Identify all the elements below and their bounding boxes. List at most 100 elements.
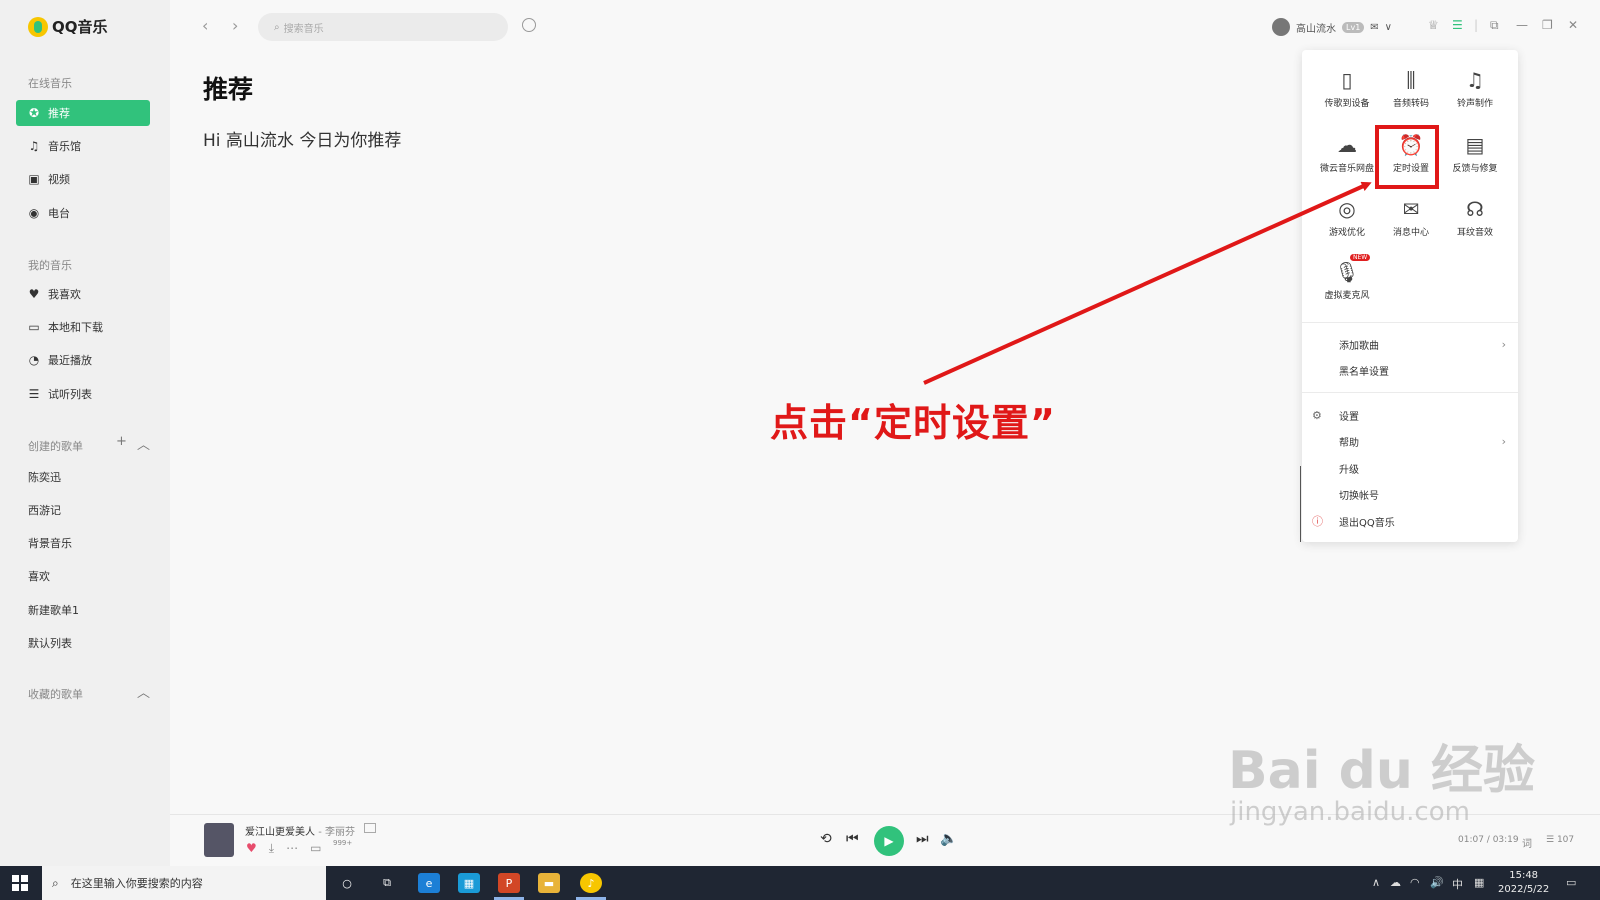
menu-item-add-song[interactable]: 添加歌曲 › <box>1302 333 1518 355</box>
page-title: 推荐 <box>203 75 254 104</box>
keyboard-icon[interactable]: ▦ <box>1474 876 1484 889</box>
menu-item-virtual-mic[interactable]: 🎙 NEW 虚拟麦克风 <box>1312 254 1382 301</box>
ime-indicator[interactable]: 中 <box>1452 876 1463 892</box>
section-collected-playlists: 收藏的歌单 <box>28 688 83 701</box>
sidebar-item-local-download[interactable]: ▭ 本地和下载 <box>16 314 150 340</box>
main-menu-popup: ▯ 传歌到设备 ⫼ 音频转码 ♫ 铃声制作 ☁ 微云音乐网盘 ⏰ 定时设置 ▤ … <box>1302 50 1518 542</box>
bell-icon: ♫ <box>1466 68 1484 92</box>
wifi-icon[interactable]: ◠ <box>1410 876 1420 889</box>
like-heart-icon[interactable]: ♥ <box>246 841 257 856</box>
voice-search-icon[interactable] <box>522 18 536 32</box>
notification-icon[interactable]: ▭ <box>1566 876 1576 889</box>
annotation-text: 点击“定时设置” <box>770 401 1056 445</box>
minimize-icon[interactable]: — <box>1516 18 1528 32</box>
menu-item-switch-account[interactable]: 切换帐号 <box>1302 483 1518 505</box>
menu-item-feedback[interactable]: ▤ 反馈与修复 <box>1440 131 1510 174</box>
task-view-icon[interactable]: ⧉ <box>376 873 398 893</box>
popup-edge <box>1300 466 1301 542</box>
section-online-music: 在线音乐 <box>28 77 72 90</box>
menu-item-game-optimize[interactable]: ◎ 游戏优化 <box>1312 195 1382 238</box>
greeting-text: Hi 高山流水 今日为你推荐 <box>203 131 402 151</box>
menu-item-help[interactable]: 帮助 › <box>1302 430 1518 452</box>
collapse-created-icon[interactable]: ︿ <box>137 434 150 453</box>
app-name: QQ音乐 <box>52 18 108 36</box>
now-playing[interactable]: 爱江山更爱美人 - 李丽芬 <box>245 823 355 838</box>
sidebar-item-video[interactable]: ▣ 视频 <box>16 166 150 192</box>
menu-item-audio-transcode[interactable]: ⫼ 音频转码 <box>1376 66 1446 109</box>
cortana-icon[interactable]: ○ <box>336 873 358 893</box>
skin-icon[interactable]: ♕ <box>1428 18 1439 32</box>
playlist-item[interactable]: 喜欢 <box>28 568 50 584</box>
search-input[interactable]: ⌕ 搜索音乐 <box>258 13 508 41</box>
menu-item-blacklist[interactable]: 黑名单设置 <box>1302 359 1518 381</box>
edge-browser-icon[interactable]: e <box>418 873 440 893</box>
menu-item-settings[interactable]: ⚙ 设置 <box>1302 404 1518 426</box>
user-info[interactable]: 高山流水 Lv1 ✉ ∨ <box>1272 18 1392 36</box>
vip-icon: ✉ <box>1370 21 1379 33</box>
star-icon: ✪ <box>28 106 40 120</box>
taskbar-search-input[interactable]: ⌕ 在这里输入你要搜索的内容 <box>42 866 326 900</box>
tray-expand-icon[interactable]: ∧ <box>1372 876 1380 889</box>
menu-item-ringtone[interactable]: ♫ 铃声制作 <box>1440 66 1510 109</box>
store-icon[interactable]: ▦ <box>458 873 480 893</box>
video-icon: ▣ <box>28 172 40 186</box>
collapse-collected-icon[interactable]: ︿ <box>137 682 150 701</box>
feedback-icon: ▤ <box>1465 133 1485 157</box>
back-arrow-icon[interactable]: ‹ <box>202 16 208 35</box>
play-button[interactable]: ▶ <box>874 826 904 856</box>
system-clock[interactable]: 15:48 2022/5/22 <box>1498 869 1549 897</box>
windows-start-icon[interactable] <box>12 875 28 891</box>
avatar[interactable] <box>1272 18 1290 36</box>
album-cover[interactable] <box>204 823 234 857</box>
app-logo[interactable]: QQ音乐 <box>28 16 108 37</box>
chevron-down-icon[interactable]: ∨ <box>1385 22 1392 33</box>
qq-music-taskbar-icon[interactable]: ♪ <box>580 873 602 893</box>
speaker-icon[interactable]: 🔊 <box>1430 876 1444 889</box>
comment-count: 999+ <box>333 839 353 847</box>
volume-icon[interactable]: 🔈 <box>940 831 957 847</box>
sidebar-item-radio[interactable]: ◉ 电台 <box>16 200 150 226</box>
menu-item-cloud-disk[interactable]: ☁ 微云音乐网盘 <box>1312 131 1382 174</box>
forward-arrow-icon[interactable]: › <box>232 16 238 35</box>
download-icon[interactable]: ⤓ <box>269 841 274 856</box>
playlist-item[interactable]: 默认列表 <box>28 635 72 651</box>
menu-item-transfer-device[interactable]: ▯ 传歌到设备 <box>1312 66 1382 109</box>
sidebar-item-recommend[interactable]: ✪ 推荐 <box>16 100 150 126</box>
playlist-item[interactable]: 新建歌单1 <box>28 602 79 618</box>
playlist-item[interactable]: 西游记 <box>28 502 61 518</box>
comment-icon[interactable]: ▭ <box>310 841 321 856</box>
menu-item-message-center[interactable]: ✉ 消息中心 <box>1376 195 1446 238</box>
onedrive-icon[interactable]: ☁ <box>1390 876 1401 889</box>
song-title: 爱江山更爱美人 <box>245 827 315 838</box>
gamepad-icon: ◎ <box>1338 197 1356 221</box>
maximize-icon[interactable]: ❐ <box>1542 18 1553 32</box>
qq-music-logo-icon <box>28 16 48 37</box>
powerpoint-icon[interactable]: P <box>498 873 520 893</box>
file-explorer-icon[interactable]: ▬ <box>538 873 560 893</box>
menu-item-exit[interactable]: ⓘ 退出QQ音乐 <box>1302 510 1518 532</box>
music-note-icon: ♫ <box>28 139 40 153</box>
menu-item-upgrade[interactable]: 升级 <box>1302 457 1518 479</box>
prev-track-icon[interactable]: ⏮ <box>846 831 859 847</box>
sidebar-item-music-hall[interactable]: ♫ 音乐馆 <box>16 133 150 159</box>
sidebar-item-recent[interactable]: ◔ 最近播放 <box>16 347 150 373</box>
sidebar-item-liked[interactable]: ♥ 我喜欢 <box>16 281 150 307</box>
close-icon[interactable]: ✕ <box>1568 18 1578 32</box>
lyrics-button[interactable]: 词 <box>1522 835 1532 850</box>
list-icon: ☰ <box>28 387 40 401</box>
mini-mode-icon[interactable]: ⧉ <box>1490 18 1499 33</box>
divider <box>1302 392 1518 393</box>
main-menu-icon[interactable]: ☰ <box>1452 18 1463 32</box>
playlist-button[interactable]: ☰ 107 <box>1546 835 1574 845</box>
playlist-item[interactable]: 背景音乐 <box>28 535 72 551</box>
playlist-item[interactable]: 陈奕迅 <box>28 469 61 485</box>
mv-icon[interactable] <box>364 823 376 833</box>
sidebar-item-trial-list[interactable]: ☰ 试听列表 <box>16 381 150 407</box>
add-playlist-icon[interactable]: + <box>116 434 127 449</box>
chevron-right-icon: › <box>1501 434 1506 448</box>
more-icon[interactable]: ⋯ <box>286 841 298 856</box>
windows-taskbar: ⌕ 在这里输入你要搜索的内容 ○ ⧉ e ▦ P ▬ ♪ ∧ ☁ ◠ 🔊 中 ▦… <box>0 866 1600 900</box>
next-track-icon[interactable]: ⏭ <box>916 831 929 847</box>
loop-icon[interactable]: ⟲ <box>820 831 832 847</box>
menu-item-ear-sound[interactable]: ☊ 耳纹音效 <box>1440 195 1510 238</box>
